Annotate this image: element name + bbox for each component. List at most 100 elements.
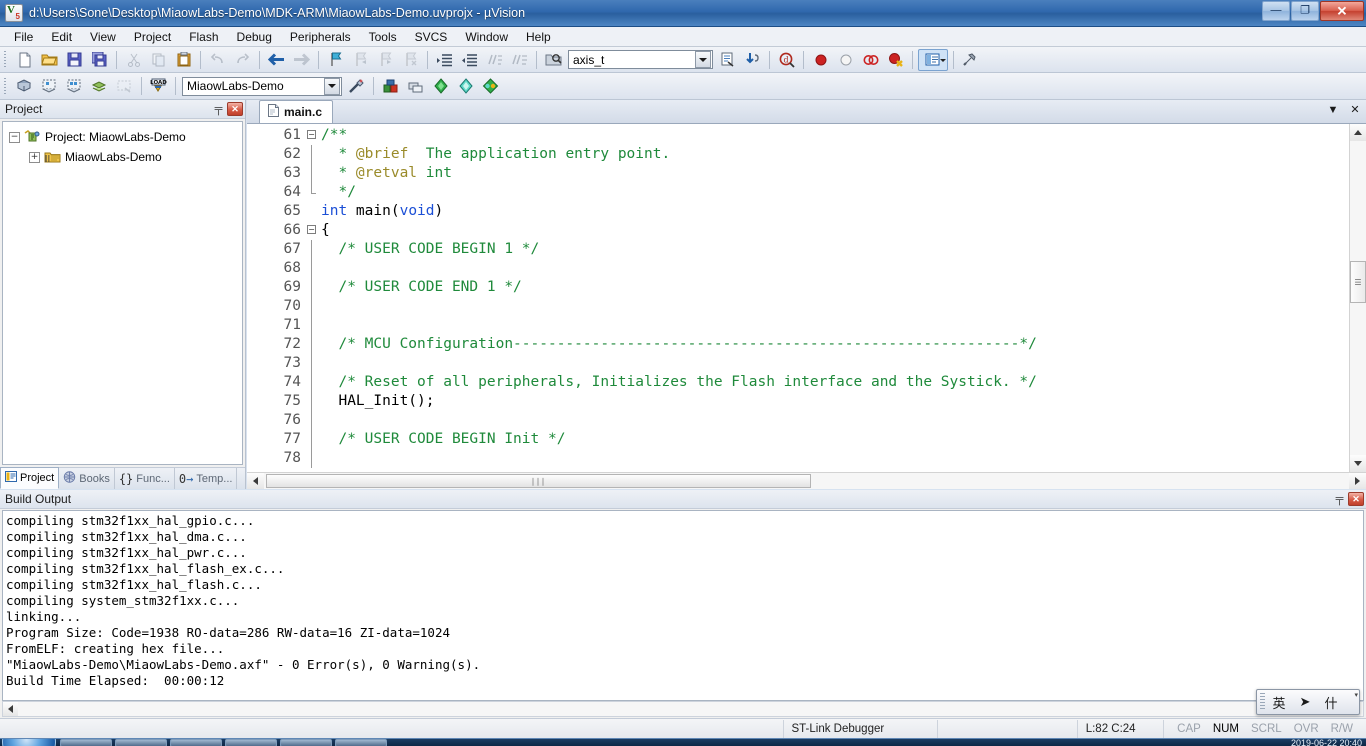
editor-horizontal-scrollbar[interactable]: ∣∣∣ bbox=[247, 472, 1366, 489]
expand-icon[interactable]: + bbox=[29, 151, 40, 163]
pin-icon[interactable]: ╤ bbox=[210, 102, 227, 117]
target-select-value[interactable]: MiaowLabs-Demo bbox=[183, 79, 323, 93]
menu-item-help[interactable]: Help bbox=[517, 28, 560, 46]
manage-windows-icon[interactable] bbox=[918, 48, 948, 71]
code-line[interactable]: /* Reset of all peripherals, Initializes… bbox=[321, 373, 1349, 392]
fold-cell[interactable]: − bbox=[305, 221, 321, 240]
target-options-magic-wand-icon[interactable] bbox=[345, 75, 368, 97]
find-combo-value[interactable]: axis_t bbox=[569, 53, 694, 67]
close-icon[interactable]: ✕ bbox=[1348, 103, 1362, 116]
stop-build-icon[interactable] bbox=[113, 75, 136, 97]
taskbar-item[interactable] bbox=[170, 739, 222, 746]
project-tree[interactable]: − Project: MiaowLabs-Demo + MiaowLabs-Demo bbox=[2, 121, 243, 465]
undo-icon[interactable] bbox=[206, 49, 229, 71]
configuration-wizard-icon[interactable] bbox=[959, 49, 982, 71]
scroll-left-icon[interactable] bbox=[247, 473, 264, 489]
uncomment-icon[interactable] bbox=[508, 49, 531, 71]
build-output-text[interactable]: compiling stm32f1xx_hal_gpio.c... compili… bbox=[2, 510, 1364, 701]
taskbar-item[interactable] bbox=[225, 739, 277, 746]
taskbar-clock[interactable]: 2019-06-22 20:40 bbox=[1291, 739, 1362, 746]
code-line[interactable]: /** bbox=[321, 126, 1349, 145]
indent-right-icon[interactable] bbox=[433, 49, 456, 71]
hscroll-thumb[interactable]: ∣∣∣ bbox=[266, 474, 811, 488]
comment-icon[interactable] bbox=[483, 49, 506, 71]
navigate-back-icon[interactable] bbox=[265, 49, 288, 71]
editor-vertical-scrollbar[interactable]: ☰ bbox=[1349, 124, 1366, 472]
find-combo[interactable]: axis_t bbox=[568, 50, 713, 69]
fold-cell[interactable] bbox=[305, 373, 321, 392]
incremental-find-icon[interactable] bbox=[741, 49, 764, 71]
manage-multi-project-icon[interactable] bbox=[404, 75, 427, 97]
toolbar-grip[interactable] bbox=[3, 76, 9, 96]
fold-cell[interactable] bbox=[305, 335, 321, 354]
editor-tab-main-c[interactable]: main.c bbox=[259, 100, 334, 123]
menu-item-tools[interactable]: Tools bbox=[360, 28, 406, 46]
scroll-right-icon[interactable] bbox=[1349, 473, 1366, 489]
ime-toolbox-icon[interactable]: 什 bbox=[1319, 692, 1343, 712]
code-line[interactable]: /* USER CODE BEGIN Init */ bbox=[321, 430, 1349, 449]
code-line[interactable]: * @retval int bbox=[321, 164, 1349, 183]
code-line[interactable] bbox=[321, 449, 1349, 468]
target-select[interactable]: MiaowLabs-Demo bbox=[182, 76, 342, 96]
code-line[interactable]: { bbox=[321, 221, 1349, 240]
code-line[interactable] bbox=[321, 316, 1349, 335]
manage-project-items-icon[interactable] bbox=[379, 75, 402, 97]
code-editor[interactable]: 61 62 63 64 65 66 67 68 69 70 71 72 73 74 75 76 77 78 − − … bbox=[247, 124, 1366, 472]
find-in-files-list-icon[interactable] bbox=[716, 49, 739, 71]
vscroll-track[interactable]: ☰ bbox=[1350, 141, 1366, 455]
save-all-icon[interactable] bbox=[88, 49, 111, 71]
pack-installer-green-icon[interactable] bbox=[429, 75, 452, 97]
code-line[interactable]: /* USER CODE END 1 */ bbox=[321, 278, 1349, 297]
ime-mode-icon[interactable]: ➤ bbox=[1293, 692, 1317, 712]
ime-drag-handle[interactable] bbox=[1260, 693, 1265, 711]
fold-collapse-icon[interactable]: − bbox=[307, 130, 316, 139]
taskbar-item[interactable] bbox=[280, 739, 332, 746]
panel-tab-books[interactable]: Books bbox=[59, 468, 115, 489]
restore-button[interactable]: ❐ bbox=[1291, 1, 1319, 21]
fold-cell[interactable] bbox=[305, 297, 321, 316]
code-folding-column[interactable]: − − bbox=[305, 124, 321, 472]
menu-item-edit[interactable]: Edit bbox=[42, 28, 81, 46]
open-file-icon[interactable] bbox=[38, 49, 61, 71]
code-text[interactable]: /** * @brief The application entry point… bbox=[321, 124, 1349, 472]
fold-cell[interactable] bbox=[305, 449, 321, 468]
code-line[interactable] bbox=[321, 297, 1349, 316]
fold-cell[interactable] bbox=[305, 411, 321, 430]
copy-icon[interactable] bbox=[147, 49, 170, 71]
panel-tab-func[interactable]: {} Func... bbox=[115, 468, 175, 489]
pin-icon[interactable]: ╤ bbox=[1331, 492, 1348, 507]
cut-icon[interactable] bbox=[122, 49, 145, 71]
download-load-icon[interactable]: LOAD bbox=[147, 75, 170, 97]
menu-item-svcs[interactable]: SVCS bbox=[406, 28, 457, 46]
bookmark-clear-icon[interactable] bbox=[399, 49, 422, 71]
menu-item-window[interactable]: Window bbox=[456, 28, 517, 46]
fold-cell[interactable] bbox=[305, 430, 321, 449]
panel-tab-temp[interactable]: 0→ Temp... bbox=[175, 468, 238, 489]
enable-breakpoint-icon[interactable] bbox=[834, 49, 857, 71]
fold-cell[interactable] bbox=[305, 183, 321, 202]
fold-cell[interactable] bbox=[305, 259, 321, 278]
ime-floating-bar[interactable]: 英 ➤ 什 ▾ bbox=[1256, 689, 1360, 715]
code-line[interactable]: */ bbox=[321, 183, 1349, 202]
code-line[interactable]: HAL_Init(); bbox=[321, 392, 1349, 411]
save-icon[interactable] bbox=[63, 49, 86, 71]
tree-node[interactable]: − Project: MiaowLabs-Demo bbox=[3, 127, 242, 147]
fold-cell[interactable] bbox=[305, 202, 321, 221]
bookmark-prev-icon[interactable] bbox=[349, 49, 372, 71]
windows-start-orb[interactable] bbox=[2, 739, 56, 746]
rebuild-all-icon[interactable] bbox=[63, 75, 86, 97]
fold-cell[interactable]: − bbox=[305, 126, 321, 145]
ime-language-english[interactable]: 英 bbox=[1267, 692, 1291, 712]
taskbar-item[interactable] bbox=[115, 739, 167, 746]
close-button[interactable]: ✕ bbox=[1320, 1, 1364, 21]
new-file-icon[interactable] bbox=[13, 49, 36, 71]
code-line[interactable]: /* MCU Configuration--------------------… bbox=[321, 335, 1349, 354]
scroll-down-icon[interactable] bbox=[1350, 455, 1366, 472]
kill-all-breakpoints-icon[interactable] bbox=[884, 49, 907, 71]
chevron-down-icon[interactable] bbox=[695, 51, 711, 68]
insert-breakpoint-icon[interactable] bbox=[809, 49, 832, 71]
toolbar-grip[interactable] bbox=[3, 50, 9, 69]
chevron-down-icon[interactable]: ▾ bbox=[1354, 691, 1358, 699]
batch-build-icon[interactable] bbox=[88, 75, 111, 97]
chevron-down-icon[interactable] bbox=[324, 77, 340, 95]
